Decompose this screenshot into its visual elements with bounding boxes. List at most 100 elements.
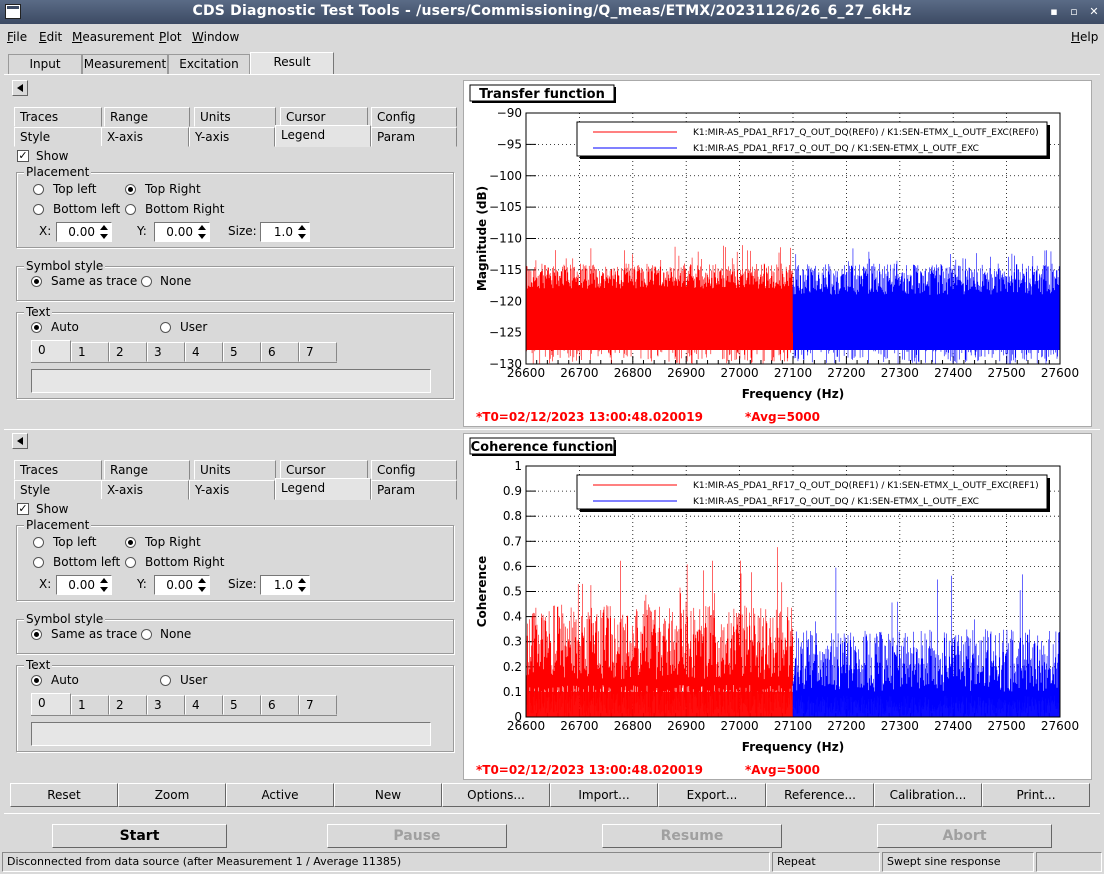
option-tab-param-2[interactable]: Param — [371, 480, 457, 500]
menu-plot[interactable]: Plot — [159, 30, 182, 44]
option-tab-traces[interactable]: Traces — [14, 107, 102, 127]
y-tick-label: −105 — [489, 200, 522, 214]
resume-button[interactable]: Resume — [602, 824, 782, 848]
radio-top-right-2[interactable] — [125, 537, 136, 548]
menu-edit[interactable]: Edit — [39, 30, 62, 44]
y-axis-label: Coherence — [475, 556, 489, 628]
trace-tab-6-2[interactable]: 6 — [261, 695, 299, 715]
radio-same-as-trace-2[interactable] — [31, 629, 42, 640]
show-legend-checkbox[interactable]: ✓ — [17, 150, 29, 162]
menu-help[interactable]: Help — [1071, 30, 1098, 44]
option-tab-x-axis[interactable]: X-axis — [101, 127, 189, 147]
x-tick-label: 26900 — [667, 366, 705, 380]
coherence-function-plot[interactable]: Coherence function 26600 26700 26800 26900 27… — [463, 433, 1092, 780]
option-tab-style-2[interactable]: Style — [14, 480, 102, 500]
y-offset-spinner-icon[interactable] — [197, 223, 209, 241]
option-tab-style[interactable]: Style — [14, 127, 102, 147]
option-tab-units-2[interactable]: Units — [194, 460, 276, 480]
radio-same-as-trace[interactable] — [31, 276, 42, 287]
options-button[interactable]: Options... — [442, 783, 550, 807]
menu-window[interactable]: Window — [192, 30, 239, 44]
reset-button[interactable]: Reset — [10, 783, 118, 807]
size-spinner-icon-2[interactable] — [297, 576, 309, 594]
radio-bottom-right[interactable] — [125, 204, 136, 215]
option-tab-y-axis[interactable]: Y-axis — [189, 127, 275, 147]
radio-top-left-2[interactable] — [33, 537, 44, 548]
trace-tab-1-2[interactable]: 1 — [71, 695, 109, 715]
menu-measurement[interactable]: Measurement — [72, 30, 154, 44]
y-offset-spinner-icon-2[interactable] — [197, 576, 209, 594]
radio-bottom-left-2[interactable] — [33, 557, 44, 568]
collapse-arrow-icon-2[interactable] — [12, 433, 28, 449]
collapse-arrow-icon[interactable] — [12, 80, 28, 96]
radio-top-right[interactable] — [125, 184, 136, 195]
trace-tab-0-2[interactable]: 0 — [31, 693, 71, 715]
trace-tab-7-2[interactable]: 7 — [299, 695, 337, 715]
trace-tab-5[interactable]: 5 — [223, 342, 261, 362]
trace-tab-3-2[interactable]: 3 — [147, 695, 185, 715]
trace-tab-5-2[interactable]: 5 — [223, 695, 261, 715]
import-button[interactable]: Import... — [550, 783, 658, 807]
trace-tab-4-2[interactable]: 4 — [185, 695, 223, 715]
show-legend-label-2: Show — [36, 502, 69, 516]
radio-symbol-none[interactable] — [141, 276, 152, 287]
option-tab-config[interactable]: Config — [371, 107, 457, 127]
size-spinner-icon[interactable] — [297, 223, 309, 241]
radio-top-left[interactable] — [33, 184, 44, 195]
show-legend-checkbox-2[interactable]: ✓ — [17, 503, 29, 515]
option-tab-config-2[interactable]: Config — [371, 460, 457, 480]
transfer-function-plot[interactable]: Transfer function 26600 26700 26800 26900 270… — [463, 80, 1092, 427]
zoom-button[interactable]: Zoom — [118, 783, 226, 807]
option-tab-traces-2[interactable]: Traces — [14, 460, 102, 480]
radio-text-auto-2[interactable] — [31, 675, 42, 686]
option-tab-legend-2[interactable]: Legend — [275, 478, 371, 500]
tab-result[interactable]: Result — [250, 52, 334, 74]
option-tab-legend[interactable]: Legend — [275, 125, 371, 147]
option-tab-cursor-2[interactable]: Cursor — [280, 460, 368, 480]
pause-button[interactable]: Pause — [327, 824, 507, 848]
radio-text-auto[interactable] — [31, 322, 42, 333]
close-icon[interactable]: ✕ — [1086, 4, 1102, 20]
legend-text-input[interactable] — [31, 369, 431, 393]
minimize-icon[interactable]: ▪ — [1046, 4, 1062, 20]
maximize-icon[interactable]: ▫ — [1066, 4, 1082, 20]
tab-excitation[interactable]: Excitation — [168, 54, 250, 74]
option-tab-x-axis-2[interactable]: X-axis — [101, 480, 189, 500]
start-button[interactable]: Start — [52, 824, 227, 848]
y-tick-label: 0.2 — [503, 660, 522, 674]
export-button[interactable]: Export... — [658, 783, 766, 807]
trace-tab-1[interactable]: 1 — [71, 342, 109, 362]
menu-file[interactable]: File — [7, 30, 27, 44]
x-tick-label: 27000 — [721, 366, 759, 380]
radio-text-user[interactable] — [160, 322, 171, 333]
radio-bottom-right-2[interactable] — [125, 557, 136, 568]
trace-tab-6[interactable]: 6 — [261, 342, 299, 362]
trace-tab-7[interactable]: 7 — [299, 342, 337, 362]
option-tab-cursor[interactable]: Cursor — [280, 107, 368, 127]
option-tab-y-axis-2[interactable]: Y-axis — [189, 480, 275, 500]
trace-tab-4[interactable]: 4 — [185, 342, 223, 362]
radio-symbol-none-2[interactable] — [141, 629, 152, 640]
radio-text-user-2[interactable] — [160, 675, 171, 686]
show-legend-label: Show — [36, 149, 69, 163]
tab-measurement[interactable]: Measurement — [82, 54, 168, 74]
trace-tab-2[interactable]: 2 — [109, 342, 147, 362]
option-tab-range-2[interactable]: Range — [104, 460, 190, 480]
radio-bottom-left[interactable] — [33, 204, 44, 215]
option-tab-range[interactable]: Range — [104, 107, 190, 127]
calibration-button[interactable]: Calibration... — [874, 783, 982, 807]
abort-button[interactable]: Abort — [877, 824, 1052, 848]
active-button[interactable]: Active — [226, 783, 334, 807]
trace-tab-0[interactable]: 0 — [31, 340, 71, 362]
reference-button[interactable]: Reference... — [766, 783, 874, 807]
print-button[interactable]: Print... — [982, 783, 1090, 807]
trace-tab-3[interactable]: 3 — [147, 342, 185, 362]
x-offset-spinner-icon-2[interactable] — [99, 576, 111, 594]
trace-tab-2-2[interactable]: 2 — [109, 695, 147, 715]
x-offset-spinner-icon[interactable] — [99, 223, 111, 241]
option-tab-param[interactable]: Param — [371, 127, 457, 147]
new-button[interactable]: New — [334, 783, 442, 807]
legend-text-input-2[interactable] — [31, 722, 431, 746]
option-tab-units[interactable]: Units — [194, 107, 276, 127]
tab-input[interactable]: Input — [8, 54, 82, 74]
